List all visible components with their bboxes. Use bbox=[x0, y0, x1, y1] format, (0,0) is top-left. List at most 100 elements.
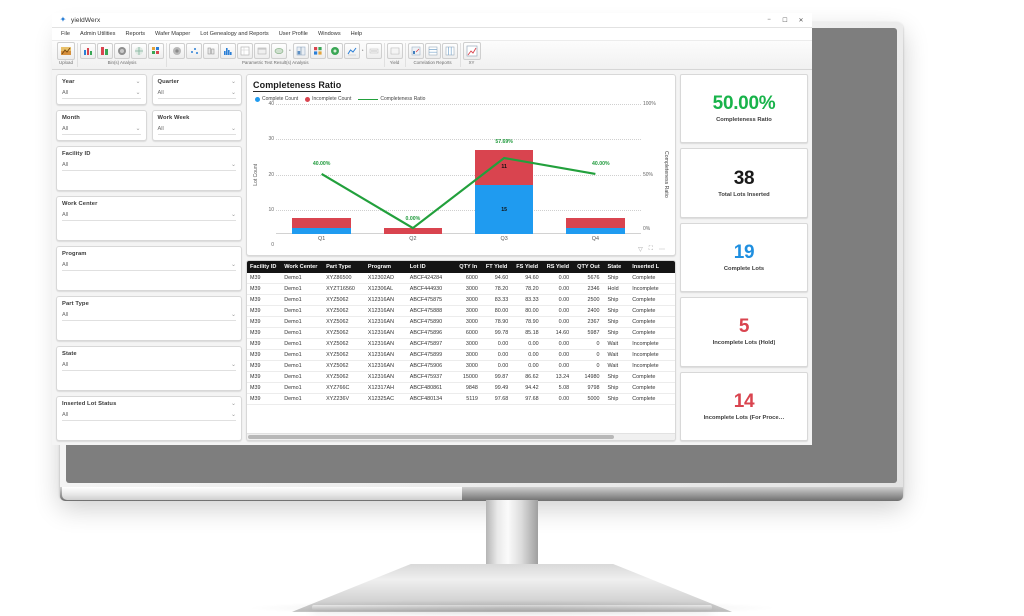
wafer-dark-icon[interactable] bbox=[169, 43, 185, 59]
more-icon[interactable]: ⋯ bbox=[659, 246, 665, 253]
bar-group-q4[interactable] bbox=[550, 104, 641, 234]
grid-chart-icon[interactable] bbox=[309, 43, 326, 59]
chevron-down-icon[interactable]: ⌄ bbox=[231, 126, 236, 132]
filter-quarter[interactable]: Quarter ⌄ All ⌄ bbox=[151, 74, 242, 105]
bar-group-q3[interactable]: 11 15 bbox=[459, 104, 550, 234]
table-row[interactable]: M39 Demo1 XYZ5062 X12316AN ABCF475937 15000 99… bbox=[247, 371, 675, 383]
histogram-icon[interactable] bbox=[220, 43, 236, 59]
filter-facility-id-select[interactable]: All ⌄ bbox=[62, 162, 236, 171]
table-row[interactable]: M39 Demo1 XYZ5062 X12316AN ABCF475906 3000 0.0… bbox=[247, 360, 675, 372]
menu-item-admin-utilities[interactable]: Admin Utilities bbox=[75, 31, 120, 37]
filter-part-type[interactable]: Part Type All ⌄ bbox=[56, 296, 242, 341]
filter-year[interactable]: Year ⌄ All ⌄ bbox=[56, 74, 147, 105]
menu-item-wafer-mapper[interactable]: Wafer Mapper bbox=[150, 31, 195, 37]
column-rs-yield[interactable]: RS Yield bbox=[543, 261, 575, 273]
maximize-icon[interactable]: ☐ bbox=[777, 14, 793, 27]
table-row[interactable]: M39 Demo1 XYZ5062 X12316AN ABCF475875 3000 83.… bbox=[247, 294, 675, 306]
scatter-icon[interactable] bbox=[186, 43, 202, 59]
chevron-down-icon[interactable]: ⌄ bbox=[231, 90, 236, 96]
filter-work-center[interactable]: Work Center All ⌄ bbox=[56, 196, 242, 241]
table-row[interactable]: M39 Demo1 XYZ5062 X12316AN ABCF475899 3000 0.0… bbox=[247, 349, 675, 361]
menu-item-help[interactable]: Help bbox=[346, 31, 368, 37]
wafer-grid-icon[interactable] bbox=[131, 43, 147, 59]
trend-icon[interactable] bbox=[271, 43, 287, 59]
filter-quarter-select[interactable]: All ⌄ bbox=[157, 90, 236, 99]
matrix-icon[interactable] bbox=[424, 43, 441, 59]
legend-complete-count[interactable]: Complete Count bbox=[255, 96, 298, 102]
mosaic-icon[interactable] bbox=[148, 43, 164, 59]
menu-item-file[interactable]: File bbox=[56, 31, 75, 37]
split-icon[interactable] bbox=[292, 43, 309, 59]
kpi-incomplete-lots-hold[interactable]: 5 Incomplete Lots (Hold) bbox=[680, 297, 808, 367]
correlation-icon[interactable] bbox=[407, 43, 424, 59]
bar-q3-incomplete[interactable]: 11 bbox=[474, 149, 534, 186]
column-work-center[interactable]: Work Center bbox=[281, 261, 324, 273]
filter-icon[interactable]: ▽ bbox=[638, 246, 643, 253]
column-program[interactable]: Program bbox=[364, 261, 407, 273]
chevron-down-icon[interactable]: ⌄ bbox=[231, 312, 236, 318]
box-plot-icon[interactable] bbox=[203, 43, 219, 59]
filter-work-week[interactable]: Work Week All ⌄ bbox=[151, 110, 242, 141]
legend-completeness-ratio[interactable]: Completeness Ratio bbox=[358, 96, 425, 102]
wafer-map-icon[interactable] bbox=[114, 43, 130, 59]
table-row[interactable]: M39 Demo1 XYZ766C X12317AH ABCF480861 9848 99.… bbox=[247, 382, 675, 394]
chevron-down-icon[interactable]: ⌄ bbox=[231, 162, 236, 168]
wafer-green-icon[interactable] bbox=[326, 43, 343, 59]
column-inserted-lot-status[interactable]: Inserted L bbox=[629, 261, 675, 273]
bar-q3[interactable]: 11 15 bbox=[474, 149, 534, 234]
upload-icon[interactable] bbox=[57, 42, 75, 60]
column-ft-yield[interactable]: FT Yield bbox=[482, 261, 514, 273]
chevron-down-icon[interactable]: ⌄ bbox=[231, 401, 236, 407]
column-state[interactable]: State bbox=[604, 261, 630, 273]
table-horizontal-scrollbar[interactable] bbox=[247, 433, 675, 440]
focus-icon[interactable]: ⛶ bbox=[649, 246, 653, 253]
filter-state-select[interactable]: All ⌄ bbox=[62, 362, 236, 371]
column-qty-out[interactable]: QTY Out bbox=[574, 261, 605, 273]
menu-item-user-profile[interactable]: User Profile bbox=[274, 31, 313, 37]
table-row[interactable]: M39 Demo1 XYZ86500 X12302AD ABCF424284 6000 94… bbox=[247, 273, 675, 284]
menu-item-lot-genealogy[interactable]: Lot Genealogy and Reports bbox=[195, 31, 273, 37]
close-icon[interactable]: ✕ bbox=[793, 14, 809, 27]
table-row[interactable]: M39 Demo1 XYZ5062 X12316AN ABCF475897 3000 0.0… bbox=[247, 338, 675, 350]
chevron-down-icon[interactable]: ⌄ bbox=[135, 126, 140, 132]
column-fs-yield[interactable]: FS Yield bbox=[513, 261, 544, 273]
bar-q4[interactable] bbox=[566, 217, 625, 234]
table-scroll-thumb[interactable] bbox=[248, 435, 615, 439]
table-row[interactable]: M39 Demo1 XYZT16560 X12306AL ABCF444930 3000 7… bbox=[247, 283, 675, 295]
table-row[interactable]: M39 Demo1 XYZ236V X12325AC ABCF480134 5119 97.… bbox=[247, 393, 675, 405]
table-row[interactable]: M39 Demo1 XYZ5062 X12316AN ABCF475888 3000 80.… bbox=[247, 305, 675, 317]
kpi-complete-lots[interactable]: 19 Complete Lots bbox=[680, 222, 808, 293]
filter-inserted-lot-status[interactable]: Inserted Lot Status ⌄ All ⌄ bbox=[56, 396, 242, 441]
table-row[interactable]: M39 Demo1 XYZ5062 X12316AN ABCF475890 3000 78.… bbox=[247, 316, 675, 328]
filter-work-center-select[interactable]: All ⌄ bbox=[62, 212, 236, 221]
menu-item-windows[interactable]: Windows bbox=[313, 31, 346, 37]
column-part-type[interactable]: Part Type bbox=[323, 261, 365, 273]
chevron-down-icon[interactable]: ⌄ bbox=[135, 79, 140, 85]
menu-item-reports[interactable]: Reports bbox=[120, 31, 150, 37]
filter-month-select[interactable]: All ⌄ bbox=[62, 126, 141, 135]
chevron-down-icon[interactable]: ⌄ bbox=[231, 262, 236, 268]
filter-month[interactable]: Month All ⌄ bbox=[56, 110, 147, 141]
bar-q1-incomplete[interactable] bbox=[292, 217, 351, 228]
filter-part-type-select[interactable]: All ⌄ bbox=[62, 312, 236, 321]
xy-plot-icon[interactable] bbox=[462, 42, 481, 60]
filter-program[interactable]: Program All ⌄ bbox=[56, 246, 242, 291]
column-lot-id[interactable]: Lot ID bbox=[406, 261, 457, 273]
table-scroll-area[interactable]: Facility ID Work Center Part Type Progra… bbox=[247, 261, 675, 433]
chevron-down-icon[interactable]: ⌄ bbox=[231, 212, 236, 218]
table-icon[interactable] bbox=[237, 43, 253, 59]
panel-icon[interactable] bbox=[254, 43, 270, 59]
filter-state[interactable]: State All ⌄ bbox=[56, 346, 242, 391]
chevron-down-icon[interactable]: ⌄ bbox=[231, 362, 236, 368]
line-trend-icon[interactable] bbox=[343, 43, 360, 59]
table-row[interactable]: M39 Demo1 XYZ5062 X12316AN ABCF475896 6000 99.… bbox=[247, 327, 675, 339]
bar-q1[interactable] bbox=[292, 217, 351, 234]
column-facility-id[interactable]: Facility ID bbox=[247, 261, 282, 273]
yield-table-icon[interactable] bbox=[386, 43, 403, 59]
filter-program-select[interactable]: All ⌄ bbox=[62, 262, 236, 271]
column-qty-in[interactable]: QTY In bbox=[456, 261, 483, 273]
filter-inserted-lot-status-select[interactable]: All ⌄ bbox=[62, 412, 236, 421]
kpi-total-lots-inserted[interactable]: 38 Total Lots Inserted bbox=[680, 148, 808, 218]
chevron-down-icon[interactable]: ⌄ bbox=[135, 90, 140, 96]
chevron-down-icon[interactable]: ⌄ bbox=[231, 412, 236, 418]
